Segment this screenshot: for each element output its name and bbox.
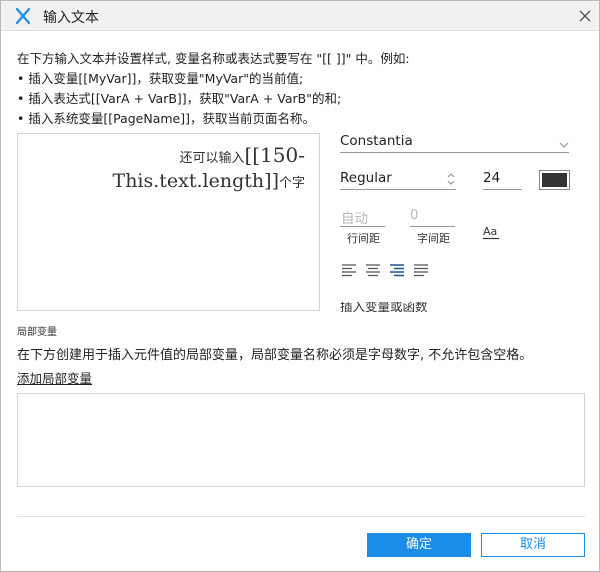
text-editor[interactable]: 还可以输入[[150- This.text.length]]个字 [17, 133, 320, 311]
instruction-line: • 插入变量[[MyVar]]，获取变量"MyVar"的当前值; [17, 71, 304, 86]
font-style-select[interactable]: Regular [340, 169, 456, 190]
align-left-icon[interactable] [341, 263, 357, 277]
title-bar: 输入文本 [1, 1, 599, 31]
font-family-select[interactable]: Constantia [340, 132, 569, 153]
line-spacing-label: 行间距 [347, 232, 380, 245]
font-color-swatch [542, 173, 567, 187]
app-logo-icon [15, 7, 31, 25]
add-local-variable-link[interactable]: 添加局部变量 [17, 368, 92, 387]
editor-expression: This.text.length]] [112, 170, 279, 192]
insert-variable-link[interactable]: 插入变量或函数 [340, 302, 580, 312]
editor-line: 还可以输入[[150- [179, 143, 305, 167]
instruction-line: • 插入表达式[[VarA + VarB]]，获取"VarA + VarB"的和… [17, 91, 342, 106]
footer-divider [17, 516, 585, 517]
close-icon[interactable] [575, 6, 595, 26]
font-family-value: Constantia [340, 133, 413, 149]
char-spacing-label: 字间距 [417, 232, 450, 245]
line-spacing-underline [340, 226, 385, 227]
local-vars-section-label: 局部变量 [17, 327, 57, 338]
line-spacing-input[interactable]: 自动 [341, 207, 368, 227]
dialog-title: 输入文本 [43, 10, 99, 26]
editor-expression: [[150- [244, 143, 305, 167]
insert-text-dialog: 输入文本 在下方输入文本并设置样式, 变量名称或表达式要写在 "[[ ]]" 中… [0, 0, 600, 572]
svg-text:Aa: Aa [483, 225, 497, 238]
font-color-picker[interactable] [539, 170, 570, 190]
updown-arrows-icon [447, 173, 455, 185]
chevron-down-icon [559, 142, 569, 148]
ok-button[interactable]: 确定 [367, 533, 471, 557]
font-size-value: 24 [483, 170, 501, 186]
editor-text: 还可以输入 [179, 151, 245, 166]
char-spacing-underline [410, 226, 455, 227]
cancel-button[interactable]: 取消 [481, 533, 585, 557]
instruction-line: 在下方输入文本并设置样式, 变量名称或表达式要写在 "[[ ]]" 中。例如: [17, 51, 410, 66]
insert-variable-text: 插入变量或函数 [340, 302, 428, 312]
align-right-icon[interactable] [389, 263, 405, 277]
align-justify-icon[interactable] [413, 263, 429, 277]
font-size-input[interactable]: 24 [483, 169, 522, 190]
char-spacing-input[interactable]: 0 [410, 207, 419, 223]
editor-line: This.text.length]]个字 [113, 170, 305, 192]
local-vars-description: 在下方创建用于插入元件值的局部变量，局部变量名称必须是字母数字, 不允许包含空格… [17, 348, 533, 363]
local-variables-list[interactable] [17, 393, 585, 487]
font-style-value: Regular [340, 170, 392, 186]
instruction-line: • 插入系统变量[[PageName]]，获取当前页面名称。 [17, 111, 315, 126]
editor-text: 个字 [278, 176, 305, 191]
text-style-icon[interactable]: Aa [482, 223, 500, 241]
align-center-icon[interactable] [365, 263, 381, 277]
